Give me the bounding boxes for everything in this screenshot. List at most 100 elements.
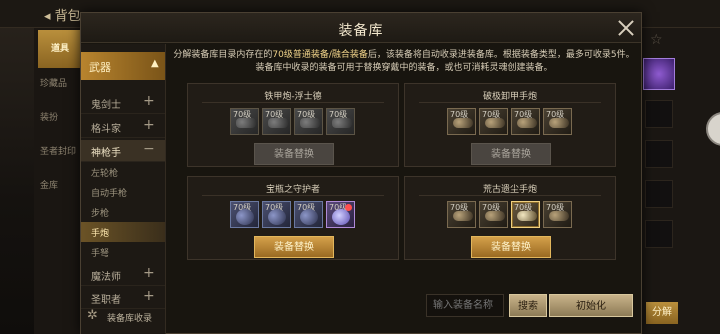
equipment-item[interactable]: 70级 — [511, 108, 540, 135]
cannon-icon — [236, 118, 256, 128]
class-label: 圣职者 — [91, 295, 121, 306]
class-label: 鬼剑士 — [91, 100, 121, 111]
inventory-tab-items[interactable]: 道具 — [38, 30, 82, 68]
category-sidebar: 武器 ▲ 鬼剑士 + 格斗家 + 神枪手 − 左轮枪 自动手枪 步枪 手炮 手弩… — [81, 44, 166, 334]
swap-equipment-button[interactable]: 装备替换 — [471, 236, 551, 258]
vault-collect-button[interactable]: ✲ 装备库收录 — [87, 308, 165, 326]
subtype-label: 手弩 — [91, 249, 110, 259]
divider — [419, 195, 601, 196]
cannon-icon — [517, 211, 537, 221]
description-line-1: 分解装备库目录内存在的70级普通装备/融合装备后，该装备将自动收录进装备库。根据… — [173, 49, 635, 62]
equipment-item-owned[interactable]: 70级 — [511, 201, 540, 228]
cannon-icon — [549, 118, 569, 128]
class-label: 魔法师 — [91, 272, 121, 283]
equipment-item[interactable]: 70级 — [230, 108, 259, 135]
swap-equipment-button[interactable]: 装备替换 — [254, 236, 334, 258]
cannon-icon — [268, 118, 288, 128]
inventory-tab-avatar[interactable]: 装扮 — [40, 110, 80, 123]
equipment-slot-aquarius: 宝瓶之守护者 70级 70级 70级 70级 装备替换 — [187, 176, 399, 260]
equipment-name: 破极卸甲手炮 — [482, 92, 537, 102]
cannon-icon — [485, 118, 505, 128]
equipment-item[interactable]: 70级 — [262, 108, 291, 135]
subtype-hand-cannon[interactable]: 手炮 — [81, 222, 165, 242]
divider — [202, 102, 384, 103]
inventory-tab-vault[interactable]: 金库 — [40, 178, 80, 191]
cannon-icon — [453, 118, 473, 128]
close-icon[interactable] — [615, 17, 637, 39]
equipment-name: 铁甲炮-浮士德 — [264, 92, 322, 102]
divider — [419, 102, 601, 103]
category-weapon[interactable]: 武器 ▲ — [81, 52, 165, 80]
equipment-item-owned[interactable]: 70级 — [326, 201, 355, 228]
subtype-revolver[interactable]: 左轮枪 — [81, 162, 165, 182]
divider — [202, 195, 384, 196]
expand-icon: + — [143, 117, 155, 133]
equipment-slot-ancient-dust: 荒古遗尘手炮 70级 70级 70级 70级 装备替换 — [404, 176, 616, 260]
equipment-item[interactable]: 70级 — [543, 201, 572, 228]
equipment-item[interactable]: 70级 — [447, 108, 476, 135]
inventory-slot[interactable] — [645, 180, 673, 208]
orb-icon — [332, 209, 350, 225]
equipment-item[interactable]: 70级 — [479, 201, 508, 228]
equipment-item[interactable]: 70级 — [294, 201, 323, 228]
collapse-icon: − — [143, 141, 155, 157]
cannon-icon — [485, 211, 505, 221]
subtype-bowgun[interactable]: 手弩 — [81, 242, 165, 262]
search-button[interactable]: 搜索 — [509, 294, 547, 317]
equipment-name: 荒古遗尘手炮 — [482, 185, 537, 195]
subtype-label: 自动手枪 — [91, 189, 128, 199]
inventory-slot[interactable] — [645, 140, 673, 168]
inventory-slot[interactable] — [645, 100, 673, 128]
dialog-title: 装备库 — [338, 23, 384, 39]
gear-icon: ✲ — [87, 308, 98, 323]
inventory-slot[interactable] — [645, 220, 673, 248]
equipment-item[interactable]: 70级 — [479, 108, 508, 135]
orb-icon — [268, 209, 286, 225]
disassemble-button[interactable]: 分解 — [646, 302, 678, 324]
equipment-name: 宝瓶之守护者 — [265, 185, 320, 195]
category-label: 武器 — [89, 61, 111, 74]
purple-item-slot[interactable] — [643, 58, 675, 90]
inventory-tab-seal[interactable]: 圣者封印 — [40, 144, 80, 157]
subtype-auto-pistol[interactable]: 自动手枪 — [81, 182, 165, 202]
swap-equipment-button[interactable]: 装备替换 — [471, 143, 551, 165]
equipment-slot-faust: 铁甲炮-浮士德 70级 70级 70级 70级 装备替换 — [187, 83, 399, 167]
equipment-item[interactable]: 70级 — [230, 201, 259, 228]
class-item-priest[interactable]: 圣职者 + — [81, 287, 165, 309]
subtype-label: 手炮 — [91, 229, 110, 239]
class-item-gunner[interactable]: 神枪手 − — [81, 140, 165, 162]
cannon-icon — [453, 211, 473, 221]
equipment-search-input[interactable] — [426, 294, 504, 317]
inventory-tab-collection[interactable]: 珍藏品 — [40, 76, 80, 89]
cannon-icon — [517, 118, 537, 128]
equipment-vault-dialog: 装备库 武器 ▲ 鬼剑士 + 格斗家 + 神枪手 − 左轮枪 自动手枪 步枪 手… — [80, 12, 642, 334]
equipment-slot-armor-breaker: 破极卸甲手炮 70级 70级 70级 70级 装备替换 — [404, 83, 616, 167]
class-item-slayer[interactable]: 鬼剑士 + — [81, 92, 165, 114]
collect-label: 装备库收录 — [107, 314, 153, 324]
dialog-header: 装备库 — [81, 13, 641, 43]
equipment-item[interactable]: 70级 — [543, 108, 572, 135]
back-button[interactable]: ◂ 背包 — [44, 5, 81, 24]
class-label: 格斗家 — [91, 124, 121, 135]
vault-description: 分解装备库目录内存在的70级普通装备/融合装备后，该装备将自动收录进装备库。根据… — [173, 49, 635, 75]
class-item-fighter[interactable]: 格斗家 + — [81, 116, 165, 138]
equipment-item[interactable]: 70级 — [262, 201, 291, 228]
orb-icon — [300, 209, 318, 225]
equipment-item[interactable]: 70级 — [294, 108, 323, 135]
expand-icon: + — [143, 288, 155, 304]
equipment-item[interactable]: 70级 — [447, 201, 476, 228]
star-icon[interactable]: ☆ — [650, 32, 663, 48]
swap-equipment-button[interactable]: 装备替换 — [254, 143, 334, 165]
equipment-item[interactable]: 70级 — [326, 108, 355, 135]
expand-icon: + — [143, 265, 155, 281]
owned-dot-icon — [345, 204, 352, 211]
expand-icon: + — [143, 93, 155, 109]
class-item-mage[interactable]: 魔法师 + — [81, 264, 165, 286]
desc-text: 分解装备库目录内存在的 — [173, 50, 273, 60]
reset-button[interactable]: 初始化 — [549, 294, 633, 317]
subtype-rifle[interactable]: 步枪 — [81, 202, 165, 222]
desc-highlight: 70级普通装备/融合装备 — [272, 50, 368, 60]
orb-icon — [236, 209, 254, 225]
cannon-icon — [300, 118, 320, 128]
desc-text: 后，该装备将自动收录进装备库。根据装备类型，最多可收录5件。 — [367, 50, 635, 60]
